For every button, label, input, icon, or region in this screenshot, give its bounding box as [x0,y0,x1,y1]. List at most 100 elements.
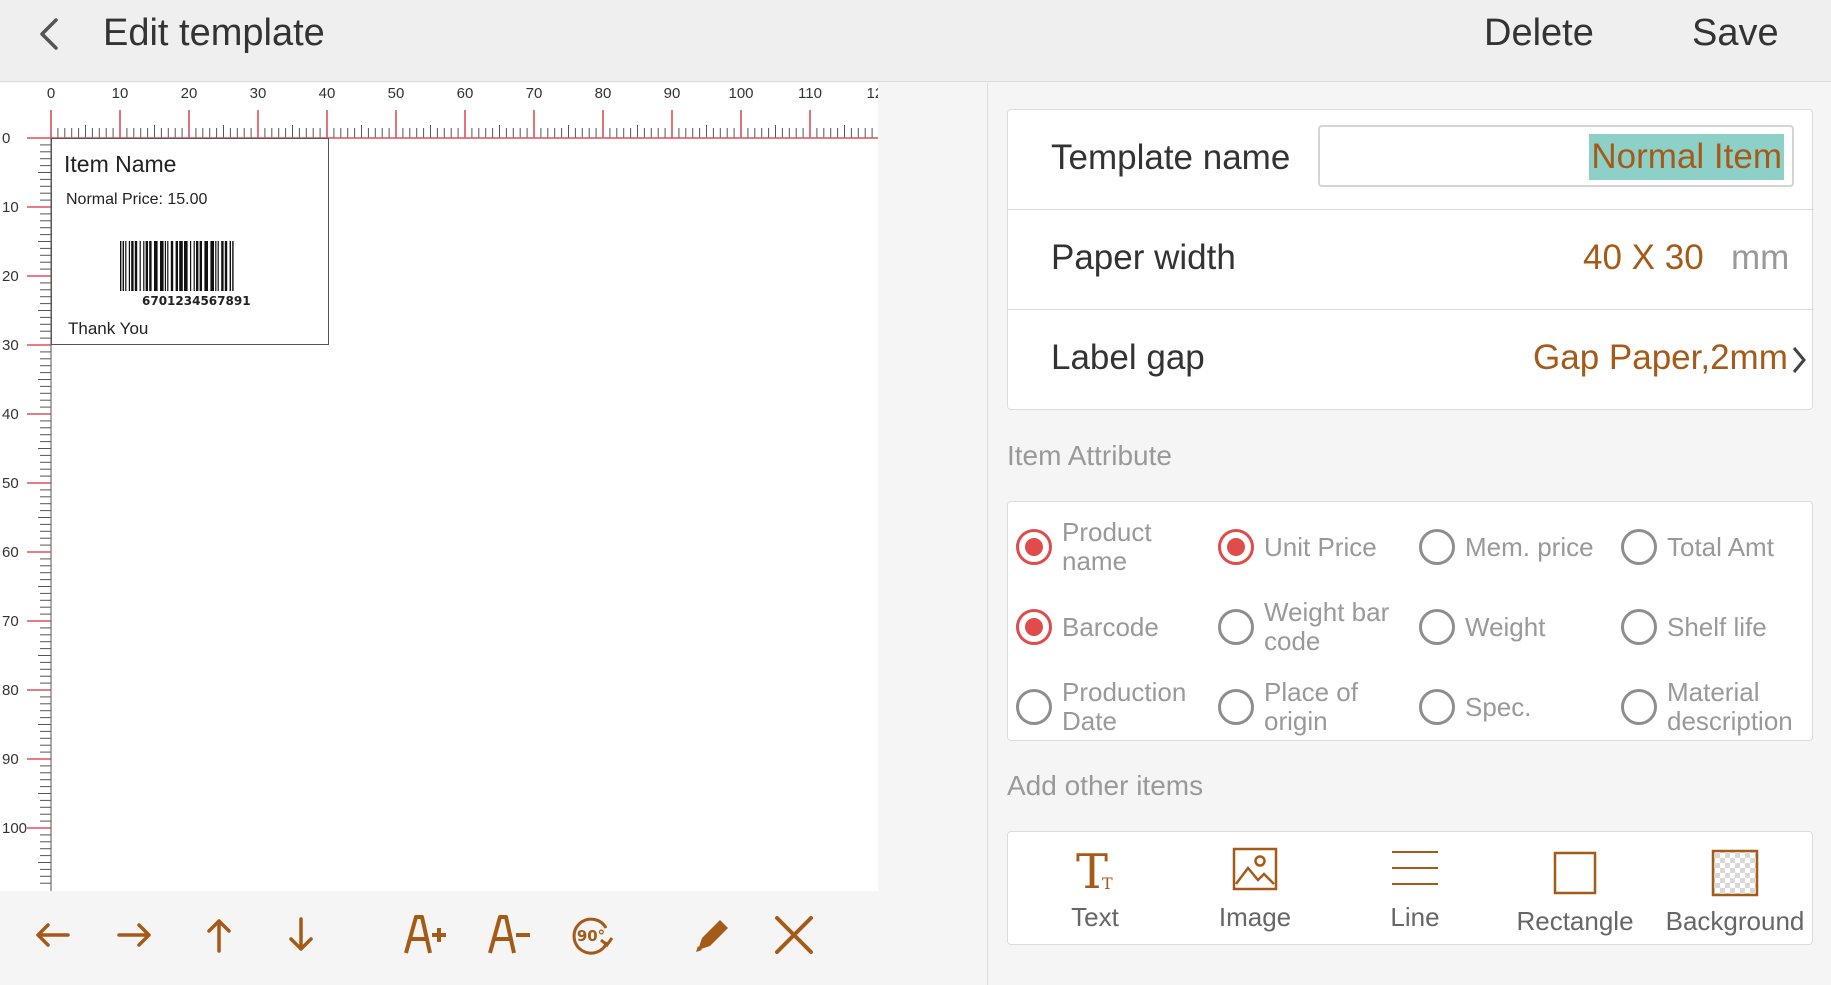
top-ruler: 0102030405060708090100110120 [47,85,878,139]
attr-option-unit-price[interactable]: Unit Price [1218,517,1404,577]
template-name-row: Template name Normal Item [1008,110,1814,210]
attr-option-barcode[interactable]: Barcode [1016,597,1202,657]
background-icon [1711,849,1759,897]
radio-checked-icon[interactable] [1016,529,1052,565]
label-preview[interactable]: Item Name Normal Price: 15.00 6701234567… [51,138,329,345]
barcode-bar [193,241,195,291]
design-canvas[interactable]: 0 10 20 30 40 50 60 70 80 90 100 110 120 0 10 20 30 40 50… [0,83,878,891]
attr-option-weight-bar-code[interactable]: Weight bar code [1218,597,1404,657]
add-image-button[interactable]: Image [1175,832,1335,946]
ruler-top-label: 30 [250,85,267,102]
radio-unchecked-icon[interactable] [1621,609,1657,645]
attr-option-label: Product name [1062,517,1152,576]
label-gap-value[interactable]: Gap Paper,2mm [1533,338,1788,378]
attr-option-product-name[interactable]: Product name [1016,517,1202,577]
save-button[interactable]: Save [1692,12,1779,55]
paper-width-value[interactable]: 40 X 30 [1583,238,1704,278]
template-name-value[interactable]: Normal Item [1589,134,1784,180]
label-price[interactable]: Normal Price: 15.00 [66,191,207,209]
barcode-bar [143,241,145,291]
attr-option-label: Unit Price [1264,531,1377,562]
delete-button[interactable]: Delete [1484,12,1594,55]
radio-unchecked-icon[interactable] [1621,529,1657,565]
paper-width-row[interactable]: Paper width 40 X 30 mm [1008,210,1814,310]
barcode-bar [232,241,234,291]
font-increase-button[interactable] [396,907,452,963]
attr-option-total-amt[interactable]: Total Amt [1621,517,1807,577]
radio-unchecked-icon[interactable] [1016,689,1052,725]
barcode-bar [128,241,130,291]
radio-unchecked-icon[interactable] [1218,609,1254,645]
barcode-bar [170,241,174,291]
ruler-top-label: 120 [866,85,878,102]
barcode-bar [184,241,188,291]
barcode-bar [221,241,224,291]
barcode-bar [229,241,231,291]
arrow-right-icon [117,923,151,947]
add-rectangle-label: Rectangle [1516,906,1634,936]
move-down-button[interactable] [273,907,329,963]
label-gap-row[interactable]: Label gap Gap Paper,2mm [1008,310,1814,410]
add-rectangle-button[interactable]: Rectangle [1495,832,1655,946]
ruler-left-label: 70 [2,613,19,630]
attr-option-label: Weight bar code [1264,597,1390,656]
ruler-left-label: 100 [2,820,27,837]
radio-checked-icon[interactable] [1016,609,1052,645]
barcode-bar [139,241,141,291]
add-line-button[interactable]: Line [1335,832,1495,946]
ruler-top-label: 70 [526,85,543,102]
edit-button[interactable] [685,907,741,963]
attr-option-mem-price[interactable]: Mem. price [1419,517,1605,577]
barcode-bar [164,241,166,291]
image-icon [1232,847,1278,891]
attr-option-spec[interactable]: Spec. [1419,677,1605,737]
font-decrease-button[interactable] [480,907,536,963]
attr-option-weight[interactable]: Weight [1419,597,1605,657]
add-background-label: Background [1665,906,1805,936]
arrow-left-icon [36,923,70,947]
radio-unchecked-icon[interactable] [1419,689,1455,725]
radio-unchecked-icon[interactable] [1218,689,1254,725]
barcode-bar [154,241,158,291]
ruler-left-label: 0 [2,130,10,147]
attr-option-production-date[interactable]: Production Date [1016,677,1202,737]
move-right-button[interactable] [107,907,163,963]
item-attribute-grid: Product name Unit Price Mem. price Total Am… [1007,501,1813,741]
radio-checked-icon[interactable] [1218,529,1254,565]
radio-unchecked-icon[interactable] [1621,689,1657,725]
add-text-button[interactable]: T T Text [1015,832,1175,946]
paper-width-label: Paper width [1051,238,1236,277]
template-name-input[interactable]: Normal Item [1318,125,1794,187]
back-button[interactable] [30,14,70,54]
add-line-label: Line [1390,902,1440,932]
ruler-left-label: 90 [2,751,19,768]
barcode-bar [190,241,192,291]
ruler-top-label: 10 [112,85,129,102]
add-background-button[interactable]: Background [1655,832,1815,946]
ruler-top-label: 80 [595,85,612,102]
barcode-bar [145,241,148,291]
ruler-left-label: 50 [2,475,19,492]
rotate-button[interactable]: 90° [563,907,619,963]
delete-element-button[interactable] [766,907,822,963]
radio-unchecked-icon[interactable] [1419,609,1455,645]
label-barcode[interactable] [118,241,263,293]
move-up-button[interactable] [191,907,247,963]
attr-option-material-description[interactable]: Material description [1621,677,1807,737]
radio-unchecked-icon[interactable] [1419,529,1455,565]
attr-option-shelf-life[interactable]: Shelf life [1621,597,1807,657]
attr-option-label: Mem. price [1465,531,1594,562]
ruler-left-label: 40 [2,406,19,423]
label-footer-text[interactable]: Thank You [68,319,148,339]
ruler-left-label: 30 [2,337,19,354]
svg-text:T: T [1102,874,1113,893]
arrow-up-icon [207,919,231,953]
label-item-name[interactable]: Item Name [64,151,176,178]
template-name-label: Template name [1051,138,1291,177]
attr-option-place-of-origin[interactable]: Place of origin [1218,677,1404,737]
move-left-button[interactable] [24,907,80,963]
add-text-label: Text [1071,902,1119,932]
barcode-bar [175,241,178,291]
attr-option-label: Material description [1667,677,1793,736]
ruler-top-label: 40 [319,85,336,102]
